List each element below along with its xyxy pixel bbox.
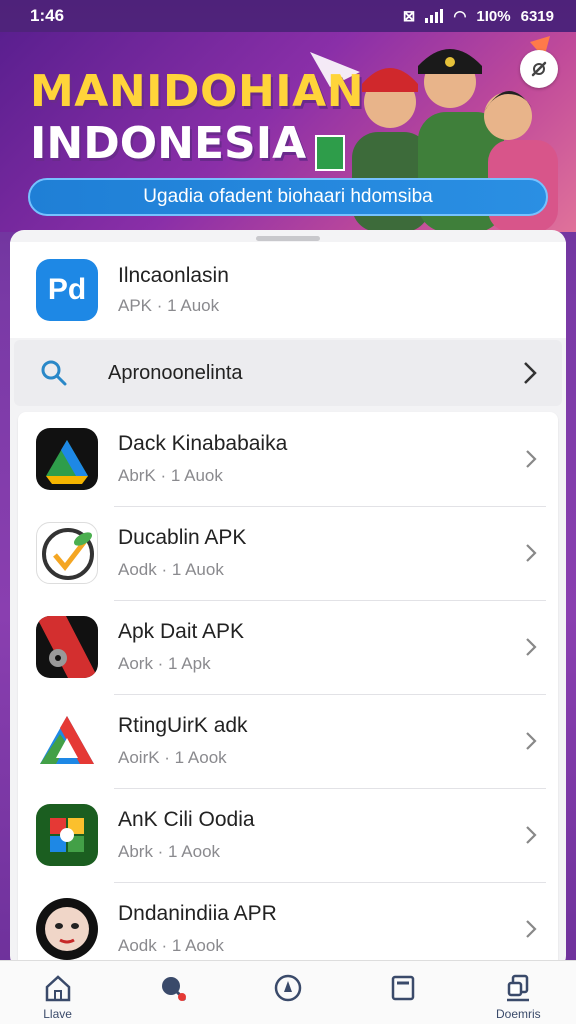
nav-home[interactable]: Llave	[3, 973, 113, 1021]
app-sub: AbrK · 1 Auok	[118, 466, 223, 485]
app-list: Dack Kinababaika AbrK · 1 Auok Ducablin …	[18, 412, 558, 970]
bottom-nav: Llave Doemris	[0, 960, 576, 1024]
nav-explore[interactable]	[233, 973, 343, 1003]
battery-text: 6319	[520, 7, 554, 25]
status-bar: 1:46 ⊠ ◠ 1I0% 6319	[0, 0, 576, 32]
search-label: Apronoonelinta	[108, 361, 243, 384]
mask-logo-icon	[36, 898, 98, 960]
app-sub: AoirK · 1 Aook	[118, 748, 227, 767]
nav-tag[interactable]	[118, 973, 228, 1003]
list-item[interactable]: Apk Dait APK Aork · 1 Apk	[18, 600, 558, 694]
app-name: Ducablin APK	[118, 526, 247, 549]
chevron-right-icon	[526, 450, 537, 468]
downloads-icon	[507, 974, 530, 1002]
leaf-check-icon	[36, 522, 98, 584]
app-name: AnK Cili Oodia	[118, 808, 255, 831]
app-sub: Aodk · 1 Auok	[118, 560, 224, 579]
app-sub: Abrk · 1 Aook	[118, 842, 221, 861]
status-time: 1:46	[30, 6, 65, 25]
nfc-icon: ⊠	[402, 8, 416, 25]
nav-downloads-label: Doemris	[496, 1007, 541, 1021]
nav-card[interactable]	[348, 973, 458, 1003]
compass-icon	[274, 974, 302, 1002]
app-sub: Aork · 1 Apk	[118, 654, 211, 673]
nav-home-label: Llave	[43, 1007, 72, 1021]
triangle-logo-icon	[36, 710, 98, 772]
tag-icon	[161, 977, 186, 1002]
app-name: Apk Dait APK	[118, 620, 245, 643]
list-item[interactable]: Ducablin APK Aodk · 1 Auok	[18, 506, 558, 600]
list-item[interactable]: RtingUirK adk AoirK · 1 Aook	[18, 694, 558, 788]
app-name: Dndanindiia APR	[118, 902, 277, 925]
list-item[interactable]: Dack Kinababaika AbrK · 1 Auok	[18, 412, 558, 506]
drive-like-icon	[36, 428, 98, 490]
promo-banner[interactable]: MANIDOHIAN INDONESIA Ugadia ofadent bioh…	[0, 32, 576, 232]
search-row[interactable]: Apronoonelinta	[14, 340, 562, 406]
featured-app-name: Ilncaonlasin	[118, 264, 229, 287]
featured-app-sub: APK · 1 Auok	[118, 296, 220, 315]
signal-text: 1I0%	[476, 7, 511, 25]
app-name: Dack Kinababaika	[118, 432, 288, 455]
signal-icon	[425, 9, 444, 23]
chevron-right-icon	[526, 638, 537, 656]
chevron-right-icon	[526, 826, 537, 844]
nav-downloads[interactable]: Doemris	[463, 973, 573, 1021]
chevron-right-icon	[526, 732, 537, 750]
banner-title-line1: MANIDOHIAN	[30, 66, 365, 117]
list-item[interactable]: AnK Cili Oodia Abrk · 1 Aook	[18, 788, 558, 882]
banner-title-line2: INDONESIA	[30, 118, 307, 169]
search-icon	[41, 360, 67, 386]
banner-close-button[interactable]	[520, 50, 558, 88]
close-icon	[531, 61, 547, 77]
record-icon	[36, 616, 98, 678]
app-list-sheet: Pd Ilncaonlasin APK · 1 Auok Apronooneli…	[10, 230, 566, 970]
chevron-right-icon	[524, 362, 537, 384]
wifi-icon: ◠	[453, 8, 467, 25]
card-icon	[391, 975, 415, 1001]
banner-pill[interactable]: Ugadia ofadent biohaari hdomsiba	[28, 178, 548, 216]
app-name: RtingUirK adk	[118, 714, 248, 737]
featured-app-icon: Pd	[36, 259, 98, 321]
sheet-handle[interactable]	[256, 236, 320, 241]
home-icon	[45, 975, 70, 1002]
list-item[interactable]: Dndanindiia APR Aodk · 1 Aook	[18, 882, 558, 970]
puzzle-logo-icon	[36, 804, 98, 866]
status-icons: ⊠ ◠ 1I0% 6319	[402, 7, 554, 26]
chevron-right-icon	[526, 920, 537, 938]
chevron-right-icon	[526, 544, 537, 562]
app-sub: Aodk · 1 Aook	[118, 936, 224, 955]
featured-app-row[interactable]: Pd Ilncaonlasin APK · 1 Auok	[10, 242, 566, 338]
